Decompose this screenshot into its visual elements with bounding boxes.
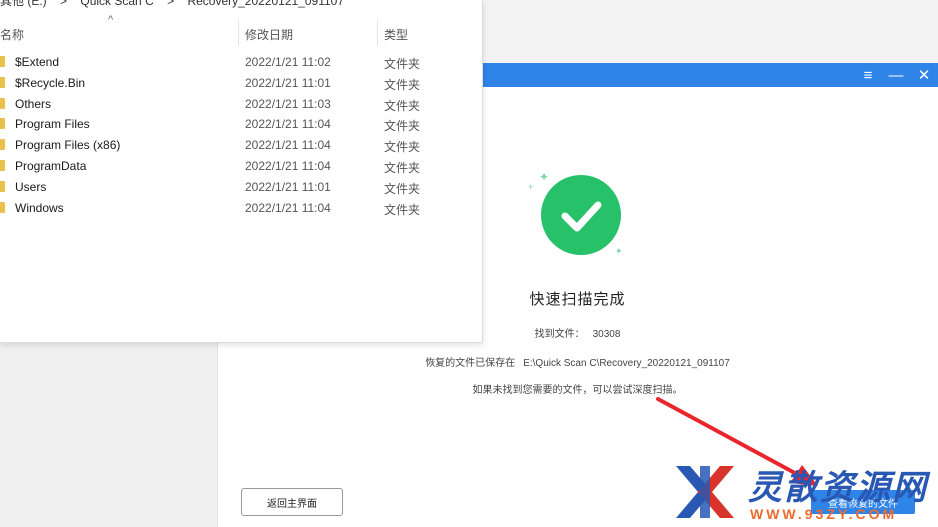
folder-icon — [0, 76, 5, 88]
breadcrumb-current[interactable]: Recovery_20220121_091107 — [187, 0, 344, 8]
column-type[interactable]: 类型 — [384, 26, 408, 43]
file-name: Program Files — [15, 117, 90, 132]
file-explorer-window: 其他 (E:) > Quick Scan C > Recovery_202201… — [0, 0, 483, 343]
file-date: 2022/1/21 11:04 — [245, 138, 331, 153]
folder-icon — [0, 201, 5, 213]
back-to-main-button[interactable]: 返回主界面 — [241, 488, 343, 516]
column-name[interactable]: 名称 — [0, 26, 24, 43]
table-row[interactable]: Others 2022/1/21 11:03 文件夹 — [0, 94, 482, 115]
file-type: 文件夹 — [384, 160, 421, 175]
breadcrumb-drive[interactable]: 其他 (E:) — [0, 0, 47, 8]
table-row[interactable]: Program Files (x86) 2022/1/21 11:04 文件夹 — [0, 135, 482, 156]
breadcrumb-separator: > — [60, 0, 68, 8]
file-name: Windows — [15, 200, 64, 215]
folder-icon — [0, 180, 5, 192]
table-row[interactable]: $Recycle.Bin 2022/1/21 11:01 文件夹 — [0, 73, 482, 94]
watermark-url: WWW.93ZY.COM — [750, 506, 898, 522]
table-row[interactable]: Users 2022/1/21 11:01 文件夹 — [0, 177, 482, 198]
sparkle-icon: + — [528, 182, 534, 192]
file-name: Program Files (x86) — [15, 138, 121, 153]
table-row[interactable]: $Extend 2022/1/21 11:02 文件夹 — [0, 52, 482, 73]
column-date[interactable]: 修改日期 — [245, 26, 293, 43]
success-check-icon — [541, 175, 621, 255]
watermark-text: 灵散资源网 — [748, 468, 928, 508]
file-date: 2022/1/21 11:04 — [245, 158, 331, 173]
file-name: $Recycle.Bin — [15, 75, 86, 90]
file-list: $Extend 2022/1/21 11:02 文件夹 $Recycle.Bin 20… — [0, 52, 482, 218]
file-date: 2022/1/21 11:01 — [245, 179, 331, 194]
breadcrumb-folder[interactable]: Quick Scan C — [80, 0, 153, 8]
table-row[interactable]: Windows 2022/1/21 11:04 文件夹 — [0, 198, 482, 219]
table-row[interactable]: Program Files 2022/1/21 11:04 文件夹 — [0, 114, 482, 135]
column-header: 名称 修改日期 类型 — [0, 20, 482, 46]
app-sidebar — [0, 340, 218, 527]
breadcrumb-separator: > — [167, 0, 175, 8]
table-row[interactable]: ProgramData 2022/1/21 11:04 文件夹 — [0, 156, 482, 177]
saved-location-path[interactable]: E:\Quick Scan C\Recovery_20220121_091107 — [523, 358, 730, 369]
file-type: 文件夹 — [384, 77, 421, 92]
folder-icon — [0, 56, 5, 67]
file-type: 文件夹 — [384, 57, 421, 71]
watermark: 灵散资源网 WWW.93ZY.COM — [672, 458, 938, 527]
file-date: 2022/1/21 11:04 — [245, 200, 331, 215]
file-date: 2022/1/21 11:04 — [245, 117, 331, 132]
file-type: 文件夹 — [384, 181, 421, 196]
file-name: Users — [15, 179, 47, 194]
saved-location-label: 恢复的文件已保存在 — [425, 358, 516, 369]
file-name: ProgramData — [15, 158, 87, 173]
file-name: Others — [15, 96, 52, 111]
folder-icon — [0, 159, 5, 171]
file-name: $Extend — [15, 55, 60, 69]
found-files-label: 找到文件： — [534, 329, 585, 340]
file-date: 2022/1/21 11:03 — [245, 96, 331, 111]
watermark-logo-icon — [676, 466, 734, 518]
file-type: 文件夹 — [384, 140, 421, 155]
breadcrumb: 其他 (E:) > Quick Scan C > Recovery_202201… — [0, 0, 354, 8]
file-date: 2022/1/21 11:01 — [245, 75, 331, 90]
file-date: 2022/1/21 11:02 — [245, 55, 331, 69]
folder-icon — [0, 97, 5, 109]
saved-location-line: 恢复的文件已保存在 E:\Quick Scan C\Recovery_202201… — [217, 354, 938, 369]
folder-icon — [0, 118, 5, 130]
found-files-count: 30308 — [592, 329, 621, 340]
folder-icon — [0, 139, 5, 151]
file-type: 文件夹 — [384, 119, 421, 134]
file-type: 文件夹 — [384, 202, 421, 217]
file-type: 文件夹 — [384, 98, 421, 113]
